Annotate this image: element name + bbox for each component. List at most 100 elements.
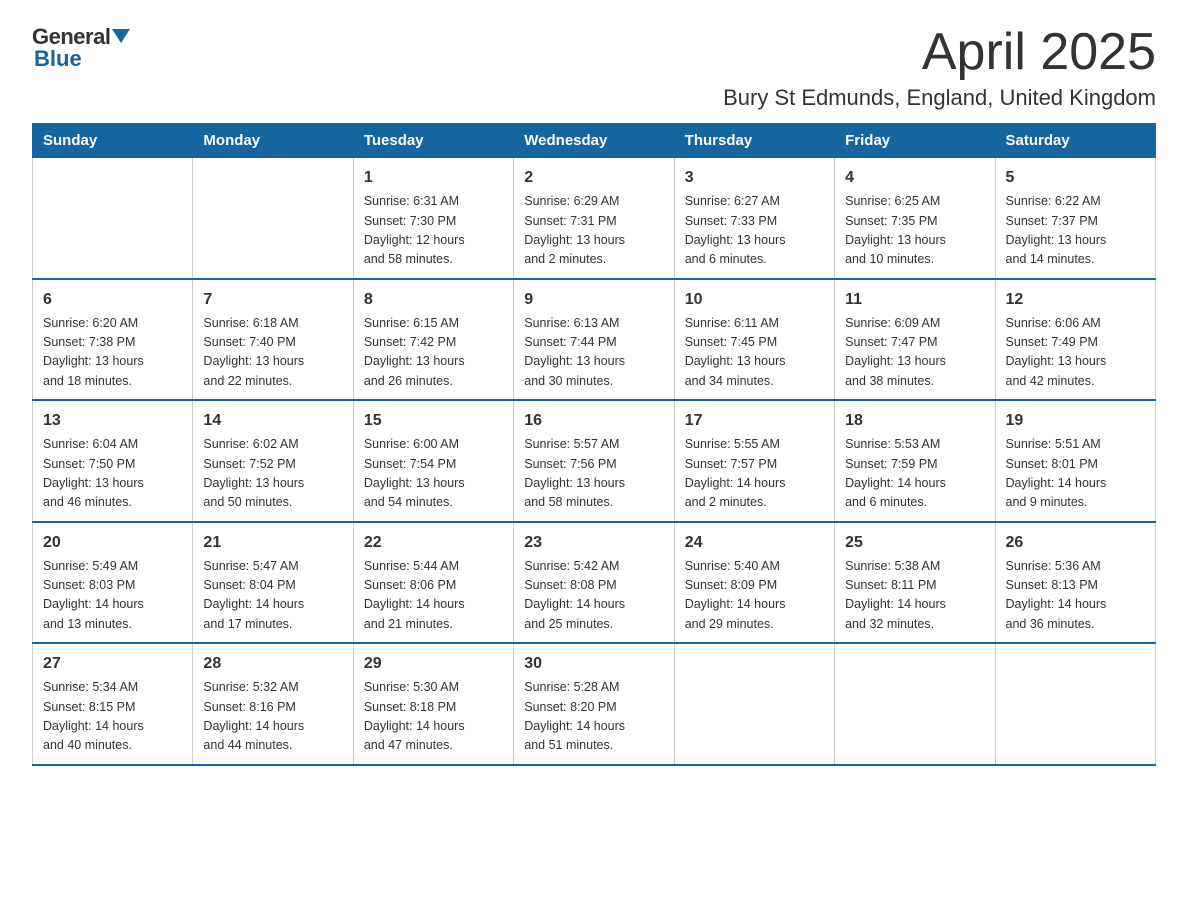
logo-blue: Blue	[34, 46, 82, 72]
calendar-table: SundayMondayTuesdayWednesdayThursdayFrid…	[32, 123, 1156, 766]
calendar-cell: 7Sunrise: 6:18 AMSunset: 7:40 PMDaylight…	[193, 279, 353, 401]
day-info: Sunrise: 5:34 AMSunset: 8:15 PMDaylight:…	[43, 678, 182, 756]
day-number: 9	[524, 288, 663, 312]
calendar-cell: 29Sunrise: 5:30 AMSunset: 8:18 PMDayligh…	[353, 643, 513, 765]
day-info: Sunrise: 5:36 AMSunset: 8:13 PMDaylight:…	[1006, 557, 1145, 635]
calendar-week-4: 20Sunrise: 5:49 AMSunset: 8:03 PMDayligh…	[33, 522, 1156, 644]
calendar-cell	[33, 158, 193, 279]
calendar-week-5: 27Sunrise: 5:34 AMSunset: 8:15 PMDayligh…	[33, 643, 1156, 765]
day-number: 3	[685, 166, 824, 190]
day-info: Sunrise: 6:18 AMSunset: 7:40 PMDaylight:…	[203, 314, 342, 392]
weekday-header-sunday: Sunday	[33, 124, 193, 158]
day-info: Sunrise: 6:15 AMSunset: 7:42 PMDaylight:…	[364, 314, 503, 392]
day-number: 7	[203, 288, 342, 312]
day-info: Sunrise: 5:32 AMSunset: 8:16 PMDaylight:…	[203, 678, 342, 756]
calendar-week-1: 1Sunrise: 6:31 AMSunset: 7:30 PMDaylight…	[33, 158, 1156, 279]
calendar-cell: 20Sunrise: 5:49 AMSunset: 8:03 PMDayligh…	[33, 522, 193, 644]
weekday-header-thursday: Thursday	[674, 124, 834, 158]
calendar-cell: 8Sunrise: 6:15 AMSunset: 7:42 PMDaylight…	[353, 279, 513, 401]
calendar-cell: 27Sunrise: 5:34 AMSunset: 8:15 PMDayligh…	[33, 643, 193, 765]
day-number: 14	[203, 409, 342, 433]
day-number: 1	[364, 166, 503, 190]
day-info: Sunrise: 6:29 AMSunset: 7:31 PMDaylight:…	[524, 192, 663, 270]
day-number: 23	[524, 531, 663, 555]
day-number: 5	[1006, 166, 1145, 190]
day-number: 2	[524, 166, 663, 190]
day-info: Sunrise: 5:49 AMSunset: 8:03 PMDaylight:…	[43, 557, 182, 635]
day-info: Sunrise: 6:25 AMSunset: 7:35 PMDaylight:…	[845, 192, 984, 270]
day-number: 4	[845, 166, 984, 190]
calendar-cell: 30Sunrise: 5:28 AMSunset: 8:20 PMDayligh…	[514, 643, 674, 765]
day-number: 25	[845, 531, 984, 555]
calendar-cell	[193, 158, 353, 279]
day-number: 19	[1006, 409, 1145, 433]
day-number: 15	[364, 409, 503, 433]
calendar-cell: 9Sunrise: 6:13 AMSunset: 7:44 PMDaylight…	[514, 279, 674, 401]
location-title: Bury St Edmunds, England, United Kingdom	[723, 85, 1156, 111]
calendar-cell: 21Sunrise: 5:47 AMSunset: 8:04 PMDayligh…	[193, 522, 353, 644]
day-info: Sunrise: 5:30 AMSunset: 8:18 PMDaylight:…	[364, 678, 503, 756]
day-info: Sunrise: 6:22 AMSunset: 7:37 PMDaylight:…	[1006, 192, 1145, 270]
day-info: Sunrise: 5:44 AMSunset: 8:06 PMDaylight:…	[364, 557, 503, 635]
day-info: Sunrise: 6:02 AMSunset: 7:52 PMDaylight:…	[203, 435, 342, 513]
day-info: Sunrise: 6:31 AMSunset: 7:30 PMDaylight:…	[364, 192, 503, 270]
day-info: Sunrise: 5:42 AMSunset: 8:08 PMDaylight:…	[524, 557, 663, 635]
calendar-cell: 2Sunrise: 6:29 AMSunset: 7:31 PMDaylight…	[514, 158, 674, 279]
calendar-cell: 6Sunrise: 6:20 AMSunset: 7:38 PMDaylight…	[33, 279, 193, 401]
month-title: April 2025	[723, 24, 1156, 81]
day-number: 8	[364, 288, 503, 312]
calendar-cell: 3Sunrise: 6:27 AMSunset: 7:33 PMDaylight…	[674, 158, 834, 279]
day-number: 10	[685, 288, 824, 312]
day-number: 17	[685, 409, 824, 433]
day-number: 27	[43, 652, 182, 676]
title-section: April 2025 Bury St Edmunds, England, Uni…	[723, 24, 1156, 111]
day-number: 6	[43, 288, 182, 312]
day-number: 29	[364, 652, 503, 676]
day-info: Sunrise: 6:11 AMSunset: 7:45 PMDaylight:…	[685, 314, 824, 392]
calendar-body: 1Sunrise: 6:31 AMSunset: 7:30 PMDaylight…	[33, 158, 1156, 765]
weekday-header-wednesday: Wednesday	[514, 124, 674, 158]
calendar-cell	[835, 643, 995, 765]
calendar-cell: 17Sunrise: 5:55 AMSunset: 7:57 PMDayligh…	[674, 400, 834, 522]
day-info: Sunrise: 6:20 AMSunset: 7:38 PMDaylight:…	[43, 314, 182, 392]
day-info: Sunrise: 6:13 AMSunset: 7:44 PMDaylight:…	[524, 314, 663, 392]
day-info: Sunrise: 5:51 AMSunset: 8:01 PMDaylight:…	[1006, 435, 1145, 513]
calendar-cell: 15Sunrise: 6:00 AMSunset: 7:54 PMDayligh…	[353, 400, 513, 522]
calendar-cell: 13Sunrise: 6:04 AMSunset: 7:50 PMDayligh…	[33, 400, 193, 522]
day-number: 18	[845, 409, 984, 433]
calendar-cell: 11Sunrise: 6:09 AMSunset: 7:47 PMDayligh…	[835, 279, 995, 401]
day-number: 24	[685, 531, 824, 555]
calendar-cell: 18Sunrise: 5:53 AMSunset: 7:59 PMDayligh…	[835, 400, 995, 522]
calendar-cell: 4Sunrise: 6:25 AMSunset: 7:35 PMDaylight…	[835, 158, 995, 279]
weekday-header-row: SundayMondayTuesdayWednesdayThursdayFrid…	[33, 124, 1156, 158]
calendar-cell	[674, 643, 834, 765]
day-number: 12	[1006, 288, 1145, 312]
weekday-header-friday: Friday	[835, 124, 995, 158]
day-info: Sunrise: 5:55 AMSunset: 7:57 PMDaylight:…	[685, 435, 824, 513]
calendar-week-3: 13Sunrise: 6:04 AMSunset: 7:50 PMDayligh…	[33, 400, 1156, 522]
day-info: Sunrise: 6:09 AMSunset: 7:47 PMDaylight:…	[845, 314, 984, 392]
calendar-cell	[995, 643, 1155, 765]
day-number: 28	[203, 652, 342, 676]
calendar-cell: 28Sunrise: 5:32 AMSunset: 8:16 PMDayligh…	[193, 643, 353, 765]
calendar-cell: 19Sunrise: 5:51 AMSunset: 8:01 PMDayligh…	[995, 400, 1155, 522]
calendar-cell: 5Sunrise: 6:22 AMSunset: 7:37 PMDaylight…	[995, 158, 1155, 279]
calendar-cell: 14Sunrise: 6:02 AMSunset: 7:52 PMDayligh…	[193, 400, 353, 522]
day-info: Sunrise: 5:53 AMSunset: 7:59 PMDaylight:…	[845, 435, 984, 513]
day-info: Sunrise: 5:57 AMSunset: 7:56 PMDaylight:…	[524, 435, 663, 513]
day-info: Sunrise: 6:04 AMSunset: 7:50 PMDaylight:…	[43, 435, 182, 513]
day-info: Sunrise: 5:47 AMSunset: 8:04 PMDaylight:…	[203, 557, 342, 635]
calendar-cell: 22Sunrise: 5:44 AMSunset: 8:06 PMDayligh…	[353, 522, 513, 644]
day-number: 13	[43, 409, 182, 433]
weekday-header-saturday: Saturday	[995, 124, 1155, 158]
calendar-cell: 23Sunrise: 5:42 AMSunset: 8:08 PMDayligh…	[514, 522, 674, 644]
logo-triangle-icon	[112, 29, 130, 43]
day-number: 26	[1006, 531, 1145, 555]
calendar-cell: 16Sunrise: 5:57 AMSunset: 7:56 PMDayligh…	[514, 400, 674, 522]
calendar-cell: 12Sunrise: 6:06 AMSunset: 7:49 PMDayligh…	[995, 279, 1155, 401]
page-header: General Blue April 2025 Bury St Edmunds,…	[32, 24, 1156, 111]
day-number: 16	[524, 409, 663, 433]
day-number: 21	[203, 531, 342, 555]
day-number: 11	[845, 288, 984, 312]
day-info: Sunrise: 5:38 AMSunset: 8:11 PMDaylight:…	[845, 557, 984, 635]
